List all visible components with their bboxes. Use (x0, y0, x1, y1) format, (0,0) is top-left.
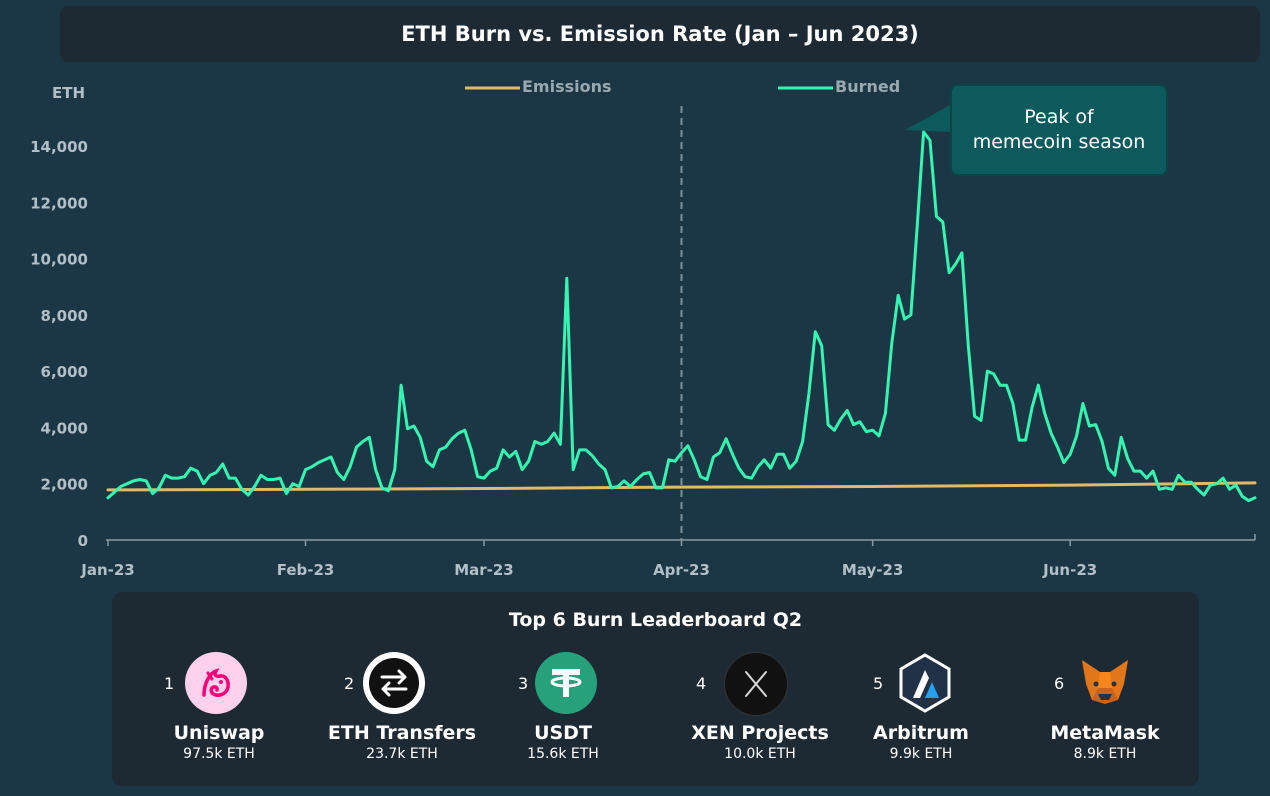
metamask-fox-icon (1074, 652, 1136, 714)
x-tick-label: Jan-23 (80, 561, 134, 579)
y-tick-label: 4,000 (41, 419, 88, 437)
y-tick-label: 14,000 (30, 138, 88, 156)
y-tick-label: 2,000 (41, 476, 88, 494)
leaderboard-item-metamask: 6 MetaMask 8.9k ETH (1005, 648, 1205, 778)
leaderboard-name: Uniswap (173, 722, 265, 744)
leaderboard-name: USDT (534, 722, 592, 744)
x-tick-label: Jun-23 (1042, 561, 1097, 579)
leaderboard-item-arbitrum: 5 Arbitrum 9.9k ETH (821, 648, 1021, 778)
leaderboard-value: 97.5k ETH (183, 746, 255, 762)
transfer-arrows-icon (363, 652, 425, 714)
rank-label: 3 (518, 674, 529, 693)
y-tick-label: 0 (78, 532, 88, 550)
uniswap-icon (185, 652, 247, 714)
legend: Emissions Burned (465, 77, 900, 96)
leaderboard-item-uniswap: 1 Uniswap 97.5k ETH (119, 648, 319, 778)
legend-burned-label: Burned (835, 77, 900, 96)
rank-label: 5 (873, 674, 884, 693)
leaderboard-value: 8.9k ETH (1073, 746, 1137, 762)
y-tick-label: 6,000 (41, 363, 88, 381)
x-axis: Jan-23 Feb-23 Mar-23 Apr-23 May-23 Jun-23 (80, 534, 1256, 579)
x-tick-label: Apr-23 (653, 561, 710, 579)
leaderboard-name: MetaMask (1050, 722, 1160, 744)
rank-label: 2 (344, 674, 355, 693)
y-tick-label: 12,000 (30, 194, 88, 212)
y-axis-label: ETH (52, 84, 85, 102)
leaderboard-item-usdt: 3 USDT 15.6k ETH (463, 648, 663, 778)
x-tick-label: Feb-23 (277, 561, 335, 579)
y-tick-label: 8,000 (41, 307, 88, 325)
annotation-pointer (905, 104, 952, 132)
tether-icon (535, 652, 597, 714)
leaderboard-value: 15.6k ETH (527, 746, 599, 762)
rank-label: 1 (164, 674, 175, 693)
rank-label: 4 (696, 674, 707, 693)
xen-icon (724, 652, 788, 716)
leaderboard-name: Arbitrum (873, 722, 969, 744)
leaderboard-panel: Top 6 Burn Leaderboard Q2 1 Uniswap 97.5… (112, 592, 1199, 786)
x-tick-label: May-23 (842, 561, 903, 579)
leaderboard-title: Top 6 Burn Leaderboard Q2 (508, 609, 803, 631)
y-tick-label: 10,000 (30, 251, 88, 269)
rank-label: 6 (1054, 674, 1065, 693)
annotation-callout: Peak of memecoin season (950, 84, 1168, 176)
arbitrum-icon (894, 652, 956, 714)
y-axis: 0 2,000 4,000 6,000 8,000 10,000 12,000 14,000 (30, 138, 88, 550)
legend-emissions-label: Emissions (522, 77, 612, 96)
x-tick-label: Mar-23 (454, 561, 514, 579)
leaderboard-value: 9.9k ETH (889, 746, 953, 762)
